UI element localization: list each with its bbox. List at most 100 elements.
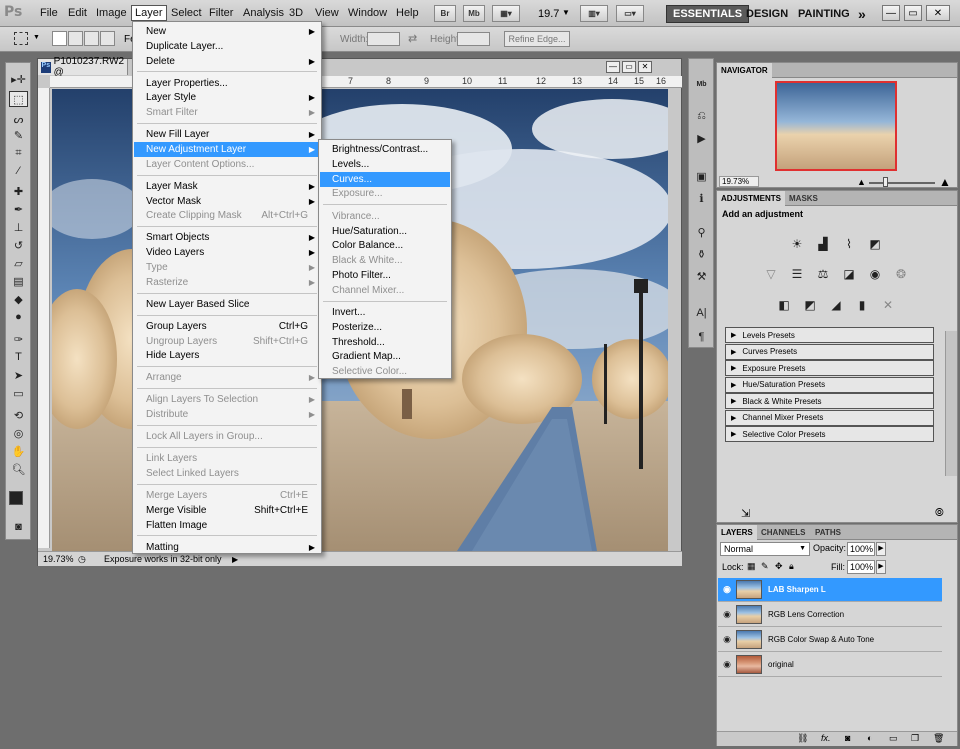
- menu-edit[interactable]: Edit: [68, 7, 87, 19]
- rectangular-marquee-tool-icon[interactable]: ⬚: [9, 91, 28, 107]
- tab-masks[interactable]: MASKS: [785, 191, 822, 206]
- character-panel-icon[interactable]: A|: [693, 305, 710, 320]
- visibility-eye-icon[interactable]: ◉: [718, 609, 736, 620]
- menu-item-lock-all-layers-in-group[interactable]: Lock All Layers in Group...: [134, 429, 320, 444]
- screen-mode-button[interactable]: ▭▾: [616, 5, 644, 22]
- menu-item-align-layers-to-selection[interactable]: Align Layers To Selection ▶: [134, 392, 320, 407]
- eyedropper-tool-icon[interactable]: ⁄: [9, 163, 28, 179]
- menu-item-type[interactable]: Type ▶: [134, 260, 320, 275]
- clone-source-panel-icon[interactable]: ⚱: [693, 247, 710, 262]
- adjustment-photo-filter[interactable]: Photo Filter...: [320, 268, 450, 283]
- document-tab[interactable]: Ps P1010237.RW2 @: [38, 56, 128, 78]
- mini-bridge-button[interactable]: Mb: [463, 5, 485, 22]
- hue-saturation-icon[interactable]: ☰: [789, 266, 805, 282]
- paragraph-panel-icon[interactable]: ¶: [693, 329, 710, 344]
- menu-item-flatten-image[interactable]: Flatten Image: [134, 518, 320, 533]
- menu-item-new[interactable]: New ▶: [134, 24, 320, 39]
- workspace-essentials[interactable]: ESSENTIALS: [666, 5, 750, 23]
- actions-panel-icon[interactable]: ▶: [693, 131, 710, 146]
- info-panel-icon[interactable]: ℹ: [693, 191, 710, 206]
- adjustment-curves[interactable]: Curves...: [320, 171, 450, 187]
- swap-icon[interactable]: ⇄: [408, 32, 417, 45]
- visibility-eye-icon[interactable]: ◉: [718, 634, 736, 645]
- layer-row[interactable]: ◉ LAB Sharpen L: [718, 578, 942, 602]
- doc-close-icon[interactable]: ✕: [638, 61, 652, 73]
- blend-mode-select[interactable]: Normal ▼: [720, 542, 810, 556]
- menu-item-link-layers[interactable]: Link Layers: [134, 451, 320, 466]
- preset-hue-saturation-presets[interactable]: ▶ Hue/Saturation Presets: [725, 376, 934, 393]
- adjustment-black-white[interactable]: Black & White...: [320, 253, 450, 268]
- minimize-icon[interactable]: —: [882, 5, 900, 21]
- healing-brush-tool-icon[interactable]: ✚: [9, 183, 28, 199]
- adjustment-selective-color[interactable]: Selective Color...: [320, 364, 450, 379]
- menu-item-merge-layers[interactable]: Merge Layers Ctrl+E: [134, 488, 320, 503]
- zoom-slider[interactable]: [869, 182, 935, 184]
- exposure-icon[interactable]: ◩: [867, 236, 883, 252]
- menu-item-hide-layers[interactable]: Hide Layers: [134, 348, 320, 363]
- status-menu-arrow-icon[interactable]: ▶: [232, 555, 238, 564]
- delete-layer-icon[interactable]: 🗑︎: [933, 733, 944, 744]
- menu-item-vector-mask[interactable]: Vector Mask ▶: [134, 194, 320, 209]
- new-group-icon[interactable]: ▭: [889, 733, 898, 744]
- menu-help[interactable]: Help: [396, 7, 419, 19]
- preset-channel-mixer-presets[interactable]: ▶ Channel Mixer Presets: [725, 409, 934, 426]
- preset-black-white-presets[interactable]: ▶ Black & White Presets: [725, 393, 934, 409]
- zoom-level[interactable]: 19.7: [538, 8, 559, 20]
- tab-paths[interactable]: PATHS: [811, 525, 845, 540]
- new-selection-icon[interactable]: [52, 31, 67, 46]
- navigator-thumbnail[interactable]: [775, 81, 897, 171]
- zoom-in-icon[interactable]: ▲: [939, 175, 951, 189]
- menu-select[interactable]: Select: [171, 7, 202, 19]
- adjustment-brightness-contrast[interactable]: Brightness/Contrast...: [320, 142, 450, 157]
- adjustment-hue-saturation[interactable]: Hue/Saturation...: [320, 224, 450, 239]
- menu-view[interactable]: View: [315, 7, 339, 19]
- menu-item-layer-mask[interactable]: Layer Mask ▶: [134, 179, 320, 194]
- opacity-slider-arrow-icon[interactable]: ▶: [876, 542, 886, 556]
- 3d-orbit-tool-icon[interactable]: ◎: [9, 425, 28, 441]
- adjustments-scrollbar[interactable]: [945, 331, 957, 476]
- lock-image-icon[interactable]: ✎: [761, 561, 769, 572]
- adjustment-gradient-map[interactable]: Gradient Map...: [320, 349, 450, 364]
- brushes-panel-icon[interactable]: ⚲: [693, 225, 710, 240]
- quick-mask-icon[interactable]: ◙: [9, 519, 28, 535]
- height-field[interactable]: [457, 32, 490, 46]
- curves-icon[interactable]: ⌇: [841, 236, 857, 252]
- layer-row[interactable]: ◉ RGB Lens Correction: [718, 603, 942, 627]
- new-adjustment-icon[interactable]: ◐: [867, 733, 872, 743]
- move-tool-icon[interactable]: ▸✛: [9, 71, 28, 87]
- more-workspaces-button[interactable]: »: [852, 5, 872, 23]
- return-to-list-icon[interactable]: ⇲: [741, 507, 750, 520]
- menu-window[interactable]: Window: [348, 7, 387, 19]
- zoom-slider-handle[interactable]: [883, 177, 888, 187]
- adjustment-threshold[interactable]: Threshold...: [320, 335, 450, 350]
- menu-item-delete[interactable]: Delete ▶: [134, 54, 320, 69]
- posterize-icon[interactable]: ◩: [802, 297, 818, 313]
- preset-dropdown-icon[interactable]: ▼: [33, 34, 40, 41]
- lock-transparent-icon[interactable]: ▦: [747, 561, 756, 572]
- menu-item-smart-filter[interactable]: Smart Filter ▶: [134, 105, 320, 120]
- invert-icon[interactable]: ◧: [776, 297, 792, 313]
- workspace-design[interactable]: DESIGN: [740, 5, 794, 23]
- adjustment-channel-mixer[interactable]: Channel Mixer...: [320, 283, 450, 298]
- opacity-field[interactable]: 100%: [847, 542, 875, 556]
- status-zoom[interactable]: 19.73%: [38, 554, 78, 564]
- status-preview-icon[interactable]: ◷: [78, 554, 92, 565]
- visibility-eye-icon[interactable]: ◉: [718, 659, 736, 670]
- dodge-tool-icon[interactable]: ●: [9, 309, 28, 325]
- color-balance-icon[interactable]: ⚖: [815, 266, 831, 282]
- add-selection-icon[interactable]: [68, 31, 83, 46]
- menu-3d[interactable]: 3D: [289, 7, 303, 19]
- quick-selection-tool-icon[interactable]: ✎: [9, 127, 28, 143]
- foreground-color-swatch[interactable]: [9, 491, 23, 505]
- bridge-button[interactable]: Br: [434, 5, 456, 22]
- black-white-icon[interactable]: ◪: [841, 266, 857, 282]
- preset-levels-presets[interactable]: ▶ Levels Presets: [725, 327, 934, 343]
- 3d-rotate-tool-icon[interactable]: ⟲: [9, 407, 28, 423]
- brush-tool-icon[interactable]: ✒: [9, 201, 28, 217]
- close-icon[interactable]: ✕: [926, 5, 950, 21]
- fx-icon[interactable]: fx.: [821, 733, 831, 743]
- menu-item-distribute[interactable]: Distribute ▶: [134, 407, 320, 422]
- type-tool-icon[interactable]: T: [9, 349, 28, 365]
- adjustment-invert[interactable]: Invert...: [320, 305, 450, 320]
- history-panel-icon[interactable]: ⎌: [693, 109, 710, 124]
